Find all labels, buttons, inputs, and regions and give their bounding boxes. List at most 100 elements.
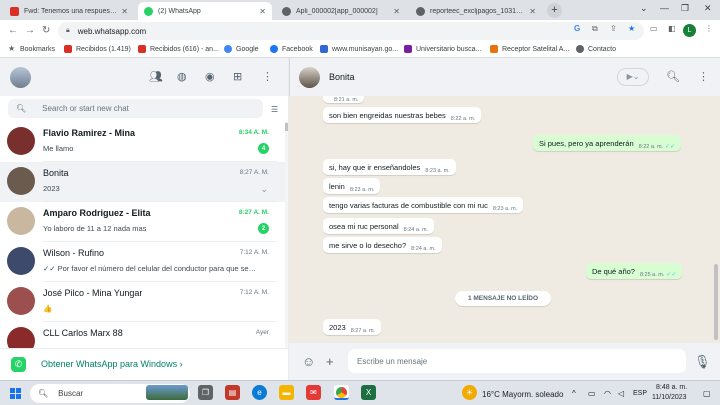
browser-tab-gmail[interactable]: Fwd: Tenemos una respuesta pa ✕ [4,2,134,20]
tab-search-icon[interactable]: ⌄ [640,3,648,14]
minimize-icon[interactable]: — [660,3,669,13]
excel-icon[interactable]: X [361,385,376,400]
search-highlight-image[interactable] [146,385,188,400]
search-box[interactable]: 🔍︎ [8,99,263,118]
profile-avatar[interactable]: L [683,24,696,37]
share-icon[interactable]: ⇪ [610,24,617,33]
status-icon[interactable]: ◍ [177,70,187,83]
bookmark-item[interactable]: ★ Bookmarks [8,45,55,53]
filter-icon[interactable]: ☰ [271,105,278,114]
chat-list-item[interactable]: Amparo Rodriguez - Elita 8:27 A. M. Yo l… [0,202,285,242]
message-bubble[interactable]: 2023 8:27 a. m. [323,319,382,335]
chrome-icon[interactable] [334,385,349,400]
notifications-icon[interactable]: ▢ [703,389,711,398]
new-chat-icon[interactable]: ⊞ [233,70,242,83]
message-time: 8:24 a. m. [403,227,429,233]
weather-text[interactable]: 16°C Mayorm. soleado [482,390,563,399]
clock-date[interactable]: 11/10/2023 [652,394,687,401]
message-time: 8:21 a. m. [334,97,359,103]
close-icon[interactable]: ✕ [393,7,400,16]
message-bubble-outgoing[interactable]: De qué año? 8:25 a. m. ✓✓ [586,263,683,279]
chat-list-item[interactable]: José Pilco - Mina Yungar 7:12 A. M. 👍 [0,282,285,322]
message-scrollbar[interactable] [714,96,718,343]
file-explorer-icon[interactable]: ▬ [279,385,294,400]
browser-tab-reporte[interactable]: reporteec_excljpagos_1031664S ✕ [410,2,542,20]
edge-icon[interactable]: e [252,385,267,400]
task-view-icon[interactable]: ❐ [198,385,213,400]
close-icon[interactable]: ✕ [121,7,128,16]
conversation-header[interactable]: Bonita ▶⌄ 🔍︎ ⋮ [289,58,720,96]
browser-tab-whatsapp[interactable]: (2) WhatsApp ✕ [138,2,272,20]
close-icon[interactable]: ✕ [529,7,536,16]
chat-preview: Yo laboro de 11 a 12 nada mas [43,224,147,233]
language-indicator[interactable]: ESP [633,390,647,397]
reading-list-icon[interactable]: ▭ [650,24,658,33]
browser-tab-apli[interactable]: Apli_000002[app_000002] ✕ [276,2,406,20]
bookmark-item[interactable]: Recibidos (1.419) [64,45,131,53]
chat-list-item[interactable]: Bonita 8:27 A. M. 2023 ⌄ [0,162,285,202]
facebook-icon [270,45,278,53]
wifi-icon[interactable]: ◠ [604,389,611,398]
my-avatar[interactable] [10,67,31,88]
media-app-icon[interactable]: ▤ [225,385,240,400]
message-bubble[interactable]: son bien engreidas nuestras bebes 8:22 a.… [323,107,482,123]
message-text: lenin [329,182,345,191]
emoji-icon[interactable]: ☺ [302,354,315,369]
weather-icon[interactable]: ☀ [462,385,477,400]
bookmark-item[interactable]: Google [224,45,259,53]
forward-icon[interactable]: → [25,25,35,36]
message-bubble[interactable]: tengo varias facturas de combustible con… [323,197,524,213]
communities-icon[interactable]: 👥︎ [149,70,163,83]
attach-plus-icon[interactable]: + [326,354,334,369]
message-bubble[interactable]: 8:21 a. m. [323,96,365,103]
message-bubble[interactable]: si, hay que ir enseñandoles 8:23 a. m. [323,159,456,175]
battery-icon[interactable]: ▭ [588,389,596,398]
new-tab-button[interactable]: + [547,3,562,18]
message-bubble[interactable]: me sirve o lo desecho? 8:24 a. m. [323,237,442,253]
bookmark-item[interactable]: Universitario busca... [404,45,481,53]
bookmark-item[interactable]: www.munisayan.go... [320,45,398,53]
menu-dots-icon[interactable]: ⋮ [698,70,709,83]
avatar[interactable] [299,67,320,88]
sidebar-header: 👥︎ ◍ ◉ ⊞ ⋮ [0,58,288,96]
chevron-down-icon[interactable]: ⌄ [260,184,268,195]
reload-icon[interactable]: ↻ [42,25,50,36]
address-bar[interactable]: 🔒︎ web.whatsapp.com [58,22,644,40]
message-bubble-outgoing[interactable]: Si pues, pero ya aprenderán 8:22 a. m. ✓✓ [533,135,682,151]
menu-dots-icon[interactable]: ⋮ [262,70,273,83]
message-bubble[interactable]: osea mi ruc personal 8:24 a. m. [323,218,435,234]
message-input[interactable] [348,349,686,373]
close-icon[interactable]: ✕ [259,7,266,16]
volume-icon[interactable]: ◁ [618,389,624,398]
unread-divider: 1 MENSAJE NO LEÍDO [455,291,551,306]
search-icon[interactable]: 🔍︎ [666,70,680,83]
chat-list-item[interactable]: Wilson - Rufino 7:12 A. M. ✓✓ Por favor … [0,242,285,282]
google-translate-icon[interactable]: G [574,24,580,33]
clock-time[interactable]: 8:48 a. m. [656,384,687,391]
side-panel-icon[interactable]: ◧ [668,24,676,33]
channels-icon[interactable]: ◉ [205,70,215,83]
back-icon[interactable]: ← [8,25,18,36]
mail-app-icon[interactable]: ✉ [306,385,321,400]
promo-link[interactable]: Obtener WhatsApp para Windows › [41,359,183,369]
microphone-icon[interactable]: 🎙︎ [694,354,711,370]
bookmark-item[interactable]: Recibidos (616) - an... [138,45,219,53]
download-promo[interactable]: ✆ Obtener WhatsApp para Windows › [0,348,288,380]
bookmark-star-icon[interactable]: ★ [628,24,635,33]
menu-dots-icon[interactable]: ⋮ [705,24,713,33]
bookmark-item[interactable]: Receptor Satelital A... [490,45,569,53]
video-call-button[interactable]: ▶⌄ [617,68,649,86]
chat-list-item[interactable]: Flavio Ramirez - Mina 8:34 A. M. Me llam… [0,122,285,162]
message-bubble[interactable]: lenin 8:23 a. m. [323,178,381,194]
restore-icon[interactable]: ❐ [681,3,689,14]
bookmark-item[interactable]: Contacto [576,45,616,53]
scroll-thumb[interactable] [714,264,718,340]
tray-chevron-icon[interactable]: ^ [572,389,576,398]
bookmark-item[interactable]: Facebook [270,45,313,53]
close-window-icon[interactable]: ✕ [704,3,712,14]
open-in-app-icon[interactable]: ⧉ [592,24,598,34]
contact-name[interactable]: Bonita [329,72,355,82]
windows-start-icon[interactable] [10,388,21,399]
message-time: 8:25 a. m. [639,272,665,278]
search-input[interactable] [42,104,243,113]
